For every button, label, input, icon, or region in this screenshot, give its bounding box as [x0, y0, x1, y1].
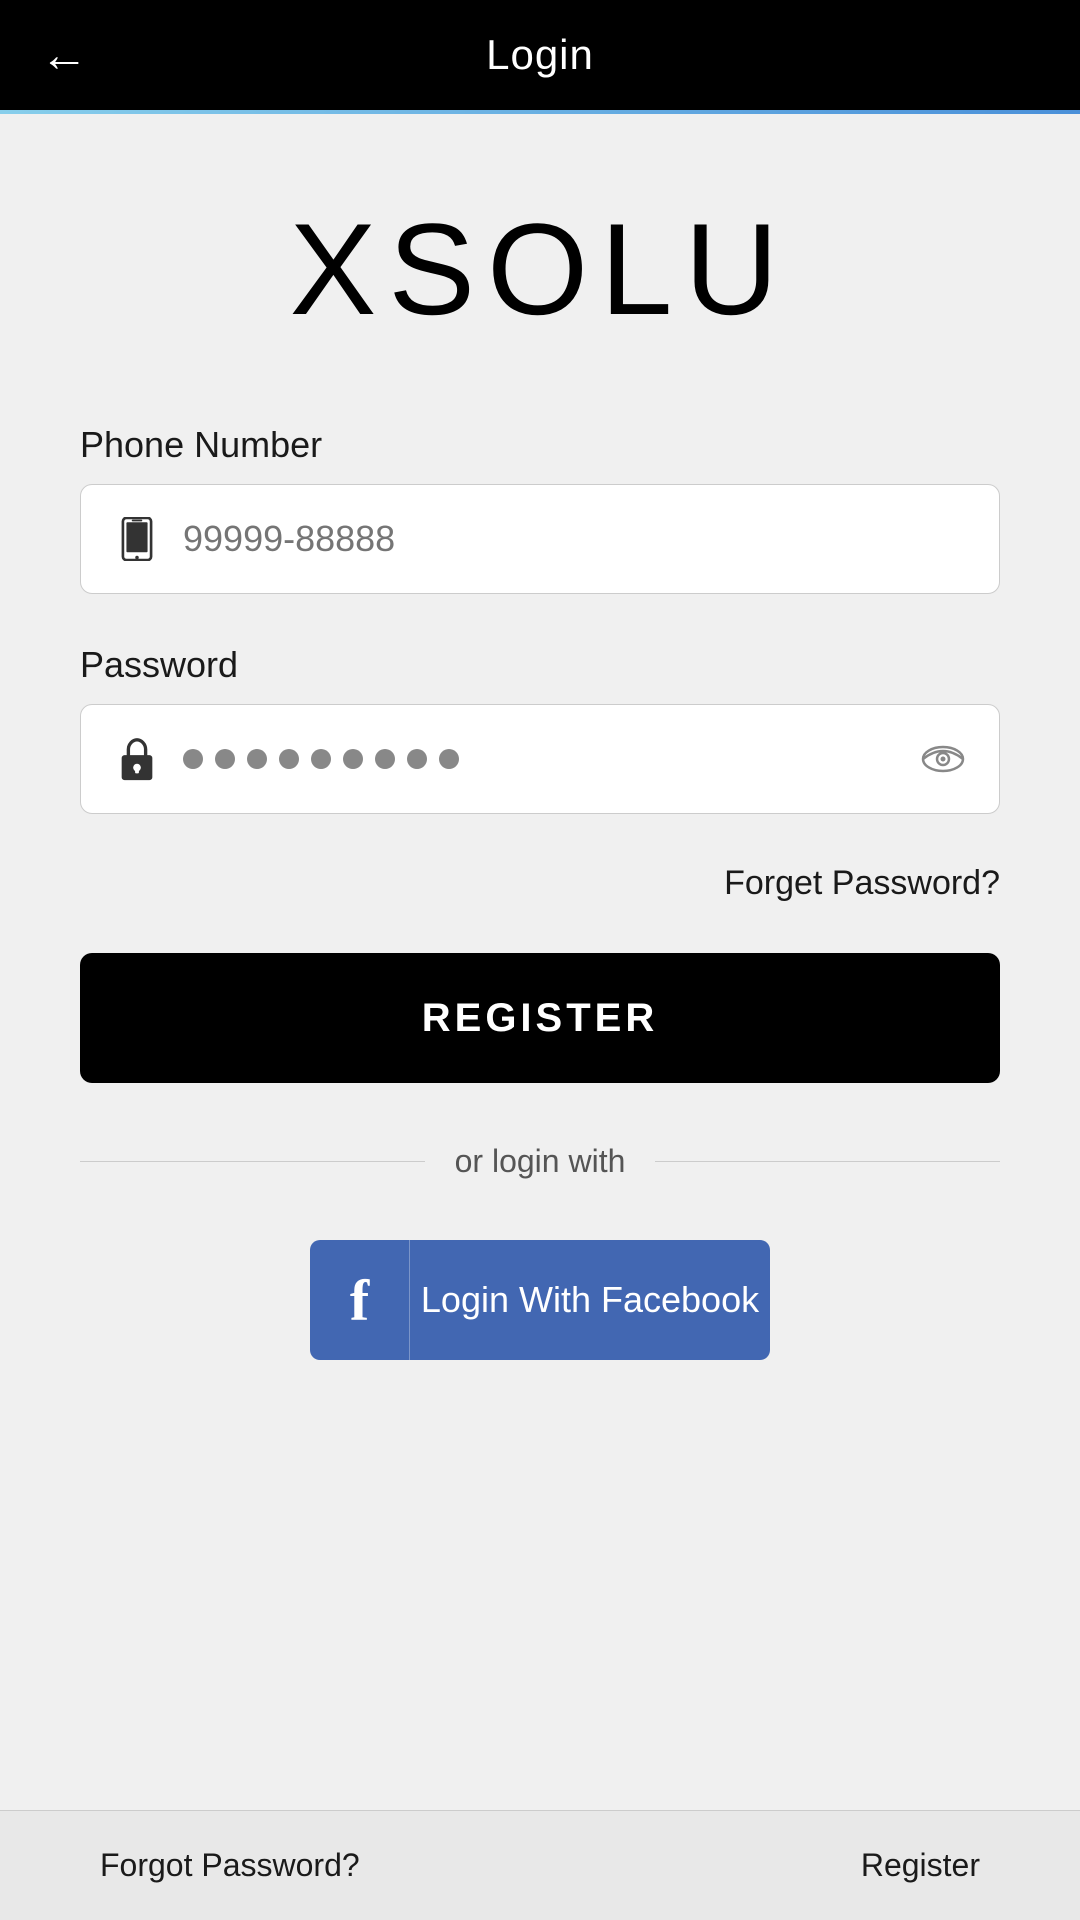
divider-line-right: [655, 1161, 1000, 1163]
facebook-icon-area: f: [310, 1240, 410, 1360]
password-label: Password: [80, 644, 1000, 686]
divider-line-left: [80, 1161, 425, 1163]
password-input-wrapper: [80, 704, 1000, 814]
facebook-f-icon: f: [350, 1267, 369, 1334]
forget-password-link[interactable]: Forget Password?: [724, 864, 1000, 903]
password-dot: [311, 749, 331, 769]
bottom-bar: Forgot Password? Register: [0, 1810, 1080, 1920]
main-content: XSOLU Phone Number Password: [0, 114, 1080, 1400]
show-password-icon[interactable]: [917, 733, 969, 785]
lock-icon: [111, 733, 163, 785]
password-dot: [343, 749, 363, 769]
bottom-register-link[interactable]: Register: [861, 1847, 980, 1884]
password-dot: [375, 749, 395, 769]
register-button[interactable]: REGISTER: [80, 953, 1000, 1083]
facebook-btn-container: f Login With Facebook: [80, 1240, 1000, 1360]
facebook-btn-label: Login With Facebook: [410, 1279, 770, 1321]
password-dot: [279, 749, 299, 769]
divider-row: or login with: [80, 1143, 1000, 1180]
header-title: Login: [486, 31, 594, 79]
password-dot: [439, 749, 459, 769]
login-form: Phone Number Password: [80, 424, 1000, 1360]
phone-icon: [111, 513, 163, 565]
phone-label: Phone Number: [80, 424, 1000, 466]
password-dots: [183, 749, 917, 769]
password-dot: [183, 749, 203, 769]
app-logo: XSOLU: [290, 194, 791, 344]
phone-input[interactable]: [183, 518, 969, 560]
password-dot: [215, 749, 235, 769]
password-dot: [407, 749, 427, 769]
back-button[interactable]: ←: [40, 28, 88, 83]
bottom-forgot-password-link[interactable]: Forgot Password?: [100, 1847, 360, 1884]
header: ← Login: [0, 0, 1080, 110]
phone-input-wrapper: [80, 484, 1000, 594]
divider-text: or login with: [455, 1143, 626, 1180]
password-dot: [247, 749, 267, 769]
facebook-login-button[interactable]: f Login With Facebook: [310, 1240, 770, 1360]
forget-password-row: Forget Password?: [80, 864, 1000, 903]
back-arrow-icon: ←: [40, 28, 88, 83]
